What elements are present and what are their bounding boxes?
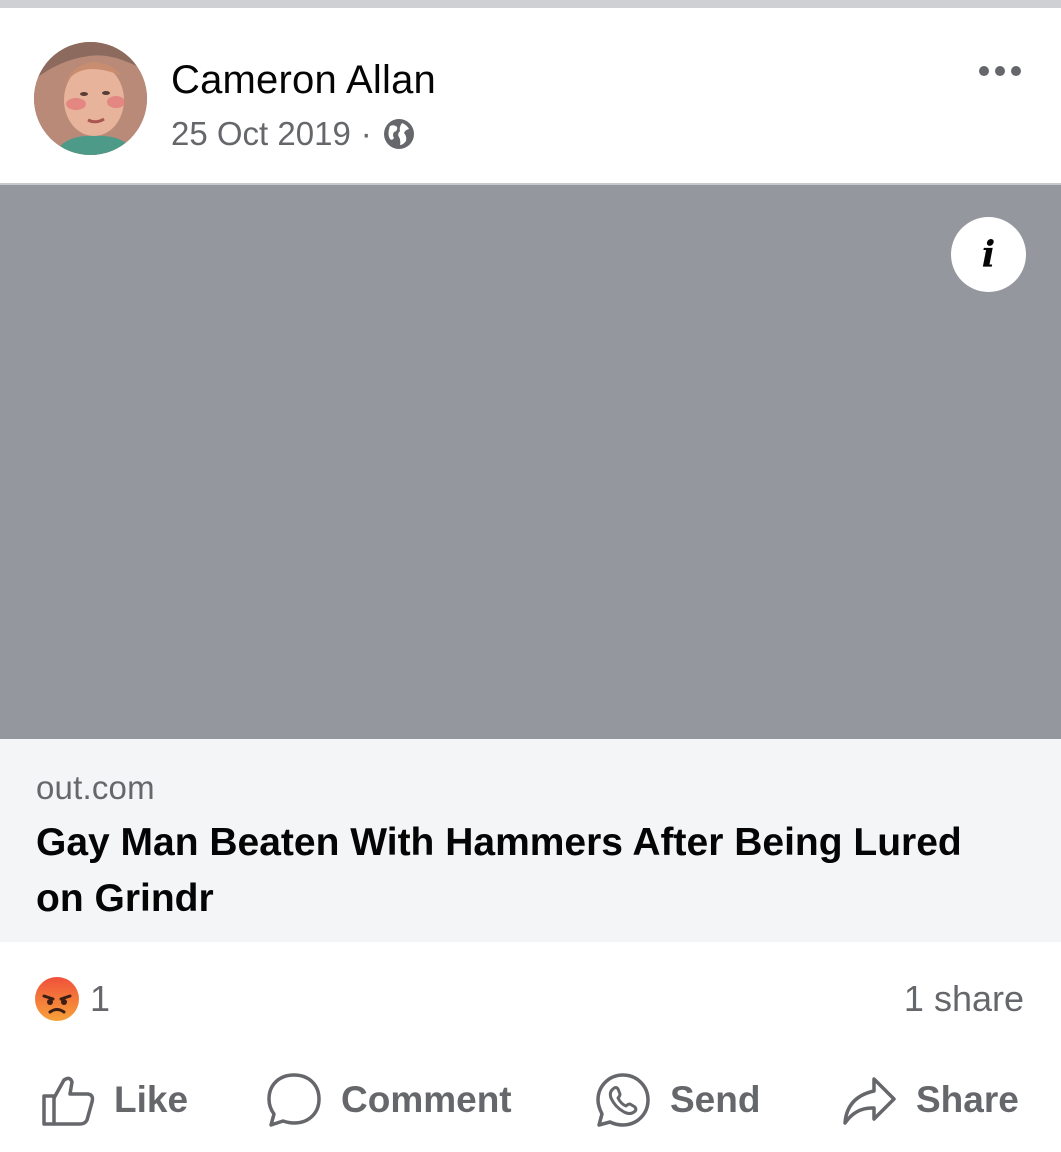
more-options-button[interactable] bbox=[970, 56, 1030, 86]
share-label: Share bbox=[916, 1079, 1019, 1120]
link-preview-card[interactable]: i out.com Gay Man Beaten With Hammers Af… bbox=[0, 183, 1061, 942]
post-date[interactable]: 25 Oct 2019 bbox=[171, 115, 351, 153]
avatar-photo bbox=[34, 42, 147, 155]
preview-caption[interactable]: out.com Gay Man Beaten With Hammers Afte… bbox=[0, 739, 1061, 942]
share-count[interactable]: 1 share bbox=[904, 978, 1024, 1020]
info-button[interactable]: i bbox=[951, 217, 1026, 292]
post-meta: 25 Oct 2019 · bbox=[171, 114, 416, 154]
preview-title: Gay Man Beaten With Hammers After Being … bbox=[36, 821, 962, 920]
send-button[interactable]: Send bbox=[594, 1070, 760, 1130]
top-divider bbox=[0, 0, 1061, 8]
send-label: Send bbox=[670, 1079, 761, 1120]
more-dot bbox=[995, 66, 1005, 76]
comment-bubble-icon bbox=[267, 1073, 321, 1127]
like-button[interactable]: Like bbox=[40, 1070, 188, 1130]
whatsapp-icon bbox=[596, 1073, 650, 1127]
like-label: Like bbox=[114, 1079, 189, 1120]
reactions-bar: 1 1 share bbox=[0, 942, 1061, 1052]
meta-separator: · bbox=[360, 115, 372, 152]
thumbs-up-icon bbox=[42, 1076, 95, 1126]
share-arrow-icon bbox=[843, 1077, 896, 1125]
share-button[interactable]: Share bbox=[840, 1070, 1019, 1130]
more-dots-icon bbox=[979, 66, 989, 76]
comment-button[interactable]: Comment bbox=[265, 1070, 512, 1130]
action-bar: Like Comment Send Share bbox=[0, 1052, 1061, 1152]
globe-icon bbox=[383, 119, 414, 149]
more-dot bbox=[1011, 66, 1021, 76]
author-name[interactable]: Cameron Allan bbox=[171, 58, 436, 103]
preview-image[interactable]: i bbox=[0, 183, 1061, 739]
author-avatar[interactable] bbox=[34, 42, 147, 155]
post-header: Cameron Allan 25 Oct 2019 · bbox=[0, 8, 1061, 183]
comment-label: Comment bbox=[341, 1079, 512, 1120]
preview-domain: out.com bbox=[36, 769, 155, 806]
reaction-count[interactable]: 1 bbox=[90, 978, 110, 1020]
angry-reaction-icon[interactable] bbox=[34, 976, 80, 1022]
